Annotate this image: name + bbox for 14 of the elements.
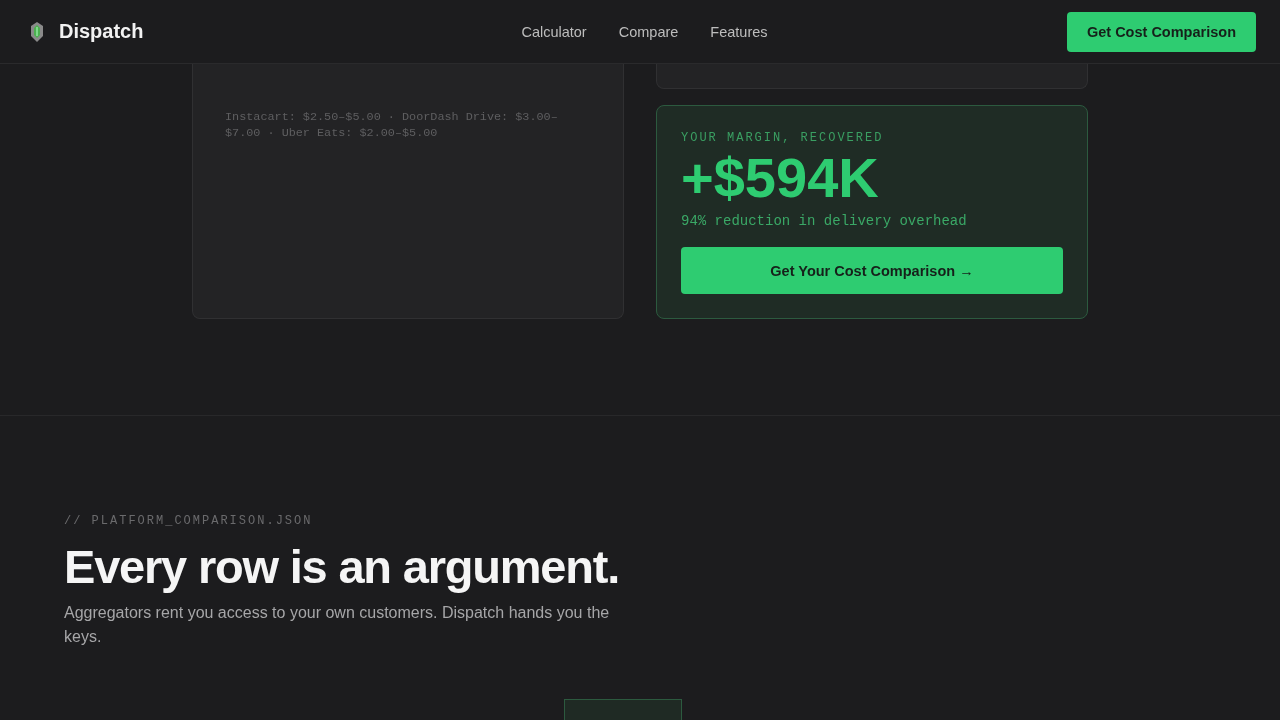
nav-link[interactable]: Compare — [618, 23, 679, 40]
logo-icon — [30, 21, 44, 42]
reduction-text: 94% reduction in delivery overhead — [681, 212, 968, 231]
nav-link[interactable]: Calculator — [521, 23, 587, 40]
savings-amount: +$594K — [681, 148, 880, 208]
cta-button[interactable]: Get Cost Comparison — [1066, 12, 1256, 52]
brand-name: Dispatch — [59, 20, 144, 43]
rates-note: Instacart: $2.50–$5.00 · DoorDash Drive: $3.00–$7.00 · Uber Eats: $2.00–$5.00 — [225, 109, 559, 141]
savings-label: YOUR MARGIN, RECOVERED — [681, 130, 885, 146]
section-heading: Every row is an argument. — [64, 539, 620, 595]
section-intro: Aggregators rent you access to your own customers. Dispatch hands you the keys. — [64, 603, 611, 647]
cost-comparison-button[interactable]: Get Your Cost Comparison → — [681, 247, 1063, 294]
nav-link[interactable]: Features — [710, 23, 768, 40]
section-eyebrow: // PLATFORM_COMPARISON.JSON — [64, 513, 313, 529]
